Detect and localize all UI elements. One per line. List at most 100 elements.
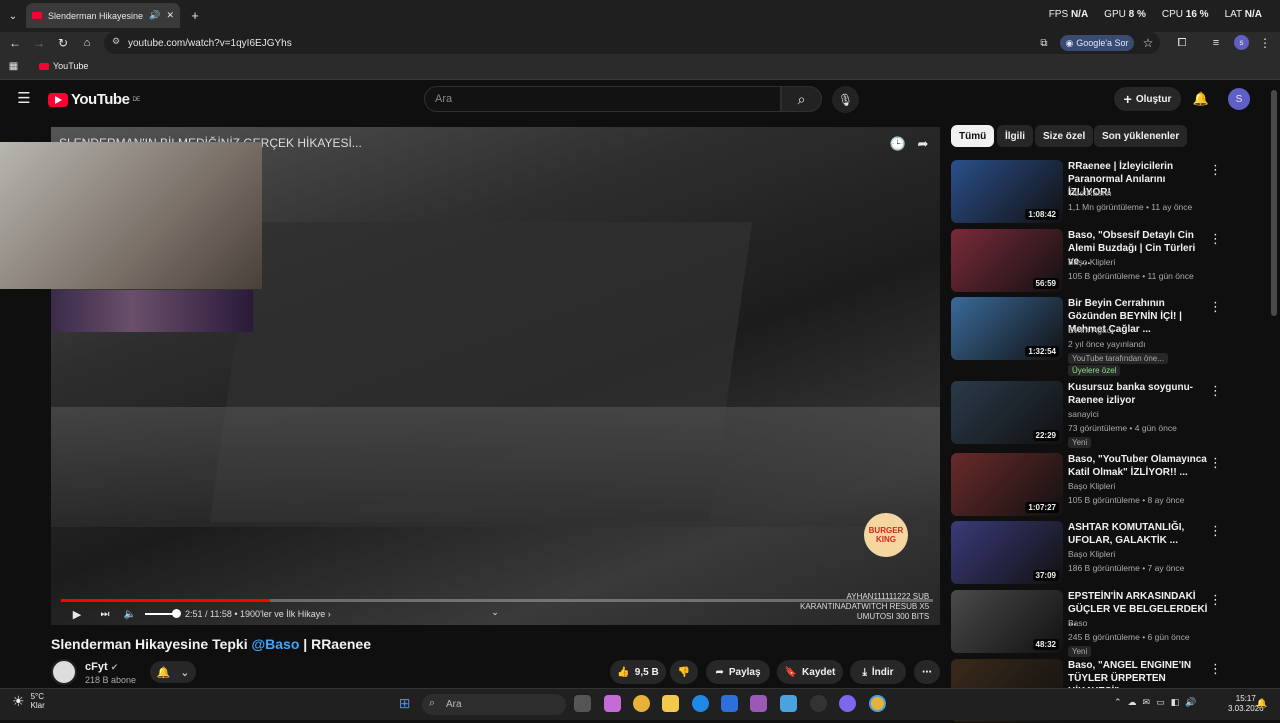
- video-thumbnail[interactable]: 37:09: [951, 521, 1063, 584]
- chip-for-you[interactable]: Size özel: [1035, 125, 1094, 147]
- weather-widget[interactable]: ☀ 5°C Klar: [12, 692, 45, 710]
- watch-later-icon[interactable]: 🕒: [889, 135, 907, 153]
- chip-all[interactable]: Tümü: [951, 125, 995, 147]
- cast-icon[interactable]: ⧉: [1036, 35, 1052, 51]
- recommendation-item[interactable]: 22:29 Kusursuz banka soygunu- Raenee izli…: [951, 381, 1256, 448]
- video-thumbnail[interactable]: 1:32:54: [951, 297, 1063, 360]
- more-options-icon[interactable]: ⋮: [1209, 162, 1222, 178]
- volume-slider-knob[interactable]: [172, 609, 181, 618]
- bookmark-star-icon[interactable]: ☆: [1140, 35, 1156, 51]
- app-icon[interactable]: [780, 695, 797, 712]
- rec-channel: sanayici: [1068, 409, 1099, 419]
- recommendation-item[interactable]: 1:08:42 RRaenee | İzleyicilerin Paranorma…: [951, 160, 1256, 224]
- chrome-icon[interactable]: [633, 695, 650, 712]
- video-title: Slenderman Hikayesine Tepki @Baso | RRae…: [51, 636, 371, 652]
- create-button[interactable]: + Oluştur: [1114, 87, 1181, 111]
- recommendation-item[interactable]: 1:32:54 Bir Beyin Cerrahının Gözünden BEY…: [951, 297, 1256, 376]
- recommendation-item[interactable]: 37:09 ASHTAR KOMUTANLIĞI, UFOLAR, GALAKTİ…: [951, 521, 1256, 585]
- account-avatar[interactable]: S: [1228, 88, 1250, 110]
- video-thumbnail[interactable]: 22:29: [951, 381, 1063, 444]
- fps-label: FPS: [1048, 9, 1069, 20]
- more-actions-button[interactable]: ⋯: [914, 660, 940, 684]
- recommendation-item[interactable]: 1:07:27 Baso, "YouTuber Olamayınca Katil …: [951, 453, 1256, 517]
- bookmark-youtube[interactable]: YouTube: [39, 61, 88, 71]
- chrome-active-icon[interactable]: [869, 695, 886, 712]
- more-options-icon[interactable]: ⋮: [1209, 455, 1222, 471]
- video-thumbnail[interactable]: 1:08:42: [951, 160, 1063, 223]
- subscription-bell-button[interactable]: 🔔 ⌄: [150, 661, 196, 683]
- more-options-icon[interactable]: ⋮: [1209, 231, 1222, 247]
- google-ask-button[interactable]: ◉ Google'a Sor: [1060, 35, 1134, 51]
- subscriber-count: 218 B abone: [85, 675, 137, 685]
- store-icon[interactable]: [721, 695, 738, 712]
- youtube-logo[interactable]: YouTube DE: [48, 91, 140, 108]
- close-icon[interactable]: ✕: [166, 10, 174, 21]
- copilot-icon[interactable]: [604, 695, 621, 712]
- apps-grid-icon[interactable]: ▦: [7, 60, 20, 73]
- search-button[interactable]: ⌕: [781, 86, 822, 112]
- time-display: 2:51 / 11:58: [185, 609, 232, 619]
- home-icon[interactable]: ⌂: [78, 35, 96, 51]
- page-scrollbar[interactable]: [1271, 90, 1277, 316]
- video-thumbnail[interactable]: 48:32: [951, 590, 1063, 653]
- back-icon[interactable]: ←: [6, 35, 24, 51]
- more-options-icon[interactable]: ⋮: [1209, 383, 1222, 399]
- search-placeholder: Ara: [435, 93, 453, 105]
- next-icon[interactable]: ⏭: [98, 607, 112, 621]
- video-thumbnail[interactable]: 56:59: [951, 229, 1063, 292]
- channel-avatar[interactable]: [51, 659, 77, 685]
- chapter-label[interactable]: • 1900'ler ve İlk Hikaye ›: [234, 609, 330, 619]
- search-input[interactable]: Ara: [424, 86, 781, 112]
- more-options-icon[interactable]: ⋮: [1209, 523, 1222, 539]
- play-icon[interactable]: ▶: [70, 607, 84, 621]
- more-options-icon[interactable]: ⋮: [1209, 661, 1222, 677]
- taskbar-search-input[interactable]: ⌕ Ara: [422, 694, 566, 715]
- video-thumbnail[interactable]: 1:07:27: [951, 453, 1063, 516]
- share-button[interactable]: ➦ Paylaş: [706, 660, 770, 684]
- browser-tab[interactable]: Slenderman Hikayesine Tepki 🔊 ✕: [26, 3, 180, 28]
- task-view-icon[interactable]: [574, 695, 591, 712]
- title-mention-link[interactable]: @Baso: [252, 636, 300, 652]
- download-button[interactable]: ⤓ İndir: [850, 660, 906, 684]
- new-tab-icon[interactable]: +: [186, 6, 204, 24]
- more-options-icon[interactable]: ⋮: [1209, 592, 1222, 608]
- address-bar[interactable]: ⚙ youtube.com/watch?v=1qyI6EJGYhs: [104, 32, 1160, 54]
- voice-search-button[interactable]: 🎙: [832, 86, 859, 113]
- hamburger-menu-icon[interactable]: ☰: [16, 90, 32, 107]
- like-button[interactable]: 👍 9,5 B: [610, 660, 666, 684]
- start-windows-icon[interactable]: ⊞: [396, 695, 413, 712]
- app-icon[interactable]: [839, 695, 856, 712]
- menu-dots-icon[interactable]: ⋮: [1258, 35, 1272, 51]
- tab-list-icon[interactable]: ⌄: [4, 7, 22, 25]
- file-explorer-icon[interactable]: [662, 695, 679, 712]
- title-text: | RRaenee: [299, 636, 372, 652]
- edge-icon[interactable]: [692, 695, 709, 712]
- share-arrow-icon[interactable]: ➦: [914, 135, 932, 153]
- save-button[interactable]: 🔖 Kaydet: [777, 660, 843, 684]
- app-icon[interactable]: [810, 695, 827, 712]
- recommendation-item[interactable]: 56:59 Baso, "Obsesif Detaylı Cin Alemi Bu…: [951, 229, 1256, 293]
- volume-slider[interactable]: [145, 613, 175, 615]
- site-info-icon[interactable]: ⚙: [112, 36, 120, 47]
- system-tray-icons[interactable]: ⌃☁✉▭◧🔊: [1114, 697, 1202, 708]
- chevron-down-icon[interactable]: ⌄: [489, 606, 501, 618]
- app-icon[interactable]: [750, 695, 767, 712]
- volume-icon[interactable]: 🔈: [123, 607, 137, 621]
- chip-related[interactable]: İlgili: [997, 125, 1033, 147]
- profile-avatar[interactable]: s: [1234, 35, 1249, 50]
- bookmark-label: YouTube: [53, 61, 89, 71]
- media-icon[interactable]: ≡: [1208, 35, 1224, 51]
- chip-recent[interactable]: Son yüklenenler: [1094, 125, 1188, 147]
- extensions-icon[interactable]: ⧠: [1174, 35, 1190, 51]
- notifications-bell-icon[interactable]: 🔔: [1192, 90, 1210, 108]
- rec-channel: Baso: [1068, 618, 1088, 628]
- title-text: Slenderman Hikayesine Tepki: [51, 636, 252, 652]
- channel-name[interactable]: cFyt ✔: [85, 661, 118, 673]
- more-options-icon[interactable]: ⋮: [1209, 299, 1222, 315]
- dislike-button[interactable]: 👎: [670, 660, 698, 684]
- duration-badge: 37:09: [1032, 570, 1059, 581]
- reload-icon[interactable]: ↻: [54, 35, 72, 51]
- notification-center-icon[interactable]: 🔔: [1256, 697, 1268, 709]
- forward-icon[interactable]: →: [30, 35, 48, 51]
- recommendation-item[interactable]: 48:32 EPSTEİN'İN ARKASINDAKİ GÜÇLER VE BE…: [951, 590, 1256, 657]
